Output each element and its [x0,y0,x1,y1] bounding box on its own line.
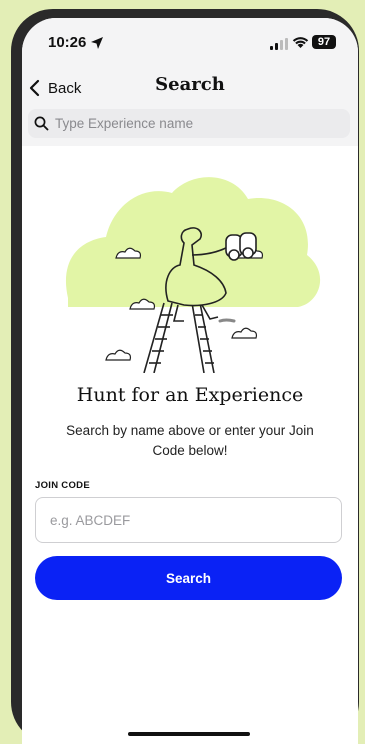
page-title: Search [155,74,225,95]
hunt-illustration [65,177,321,373]
join-code-label: JOIN CODE [35,480,90,491]
status-time: 10:26 [48,34,87,51]
phone-screen: 10:26 97 Back Search Type Experience nam… [22,18,358,744]
search-icon [34,116,49,131]
home-indicator [128,732,250,736]
join-code-input[interactable] [35,497,342,543]
location-arrow-icon [91,37,103,49]
cloud-icon [105,349,132,361]
header-area: 10:26 97 Back Search Type Experience nam… [22,18,358,146]
cloud-icon [231,327,258,339]
nav-bar: Back Search [22,66,358,110]
search-bar[interactable] [28,109,350,138]
search-button[interactable]: Search [35,556,342,600]
search-input[interactable] [55,116,335,131]
main-heading: Hunt for an Experience [76,384,304,406]
wifi-icon [292,37,309,48]
main-subtext: Search by name above or enter your Join … [66,423,314,458]
battery-icon: 97 [312,35,336,49]
ladder [143,302,215,373]
status-bar: 10:26 97 [22,18,358,66]
signal-icon [270,38,288,50]
